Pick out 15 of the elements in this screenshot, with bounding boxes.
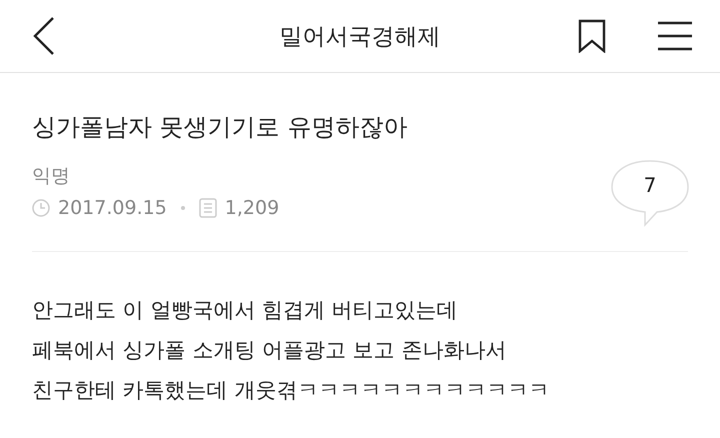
post-text-line: 안그래도 이 얼빵국에서 힘겹게 버티고있는데 (32, 297, 458, 324)
author-name: 익명 (32, 164, 71, 189)
clock-icon (32, 199, 50, 217)
document-icon (198, 198, 217, 218)
menu-icon[interactable] (658, 21, 692, 51)
post-text-line: 친구한테 카톡했는데 개웃겪ㅋㅋㅋㅋㅋㅋㅋㅋㅋㅋㅋㅋ (32, 377, 550, 404)
post-title: 싱가폴남자 못생기기로 유명하잖아 (32, 112, 408, 143)
bookmark-icon[interactable] (578, 19, 606, 53)
board-title: 밀어서국경해제 (280, 22, 440, 52)
view-count: 1,209 (224, 197, 280, 219)
back-icon[interactable] (32, 16, 56, 56)
post-date: 2017.09.15 (58, 197, 167, 219)
comment-count-bubble[interactable]: 7 (610, 159, 690, 227)
post-text-line: 페북에서 싱가폴 소개팅 어플광고 보고 존나화나서 (32, 337, 506, 364)
dot-separator-icon (180, 206, 185, 210)
